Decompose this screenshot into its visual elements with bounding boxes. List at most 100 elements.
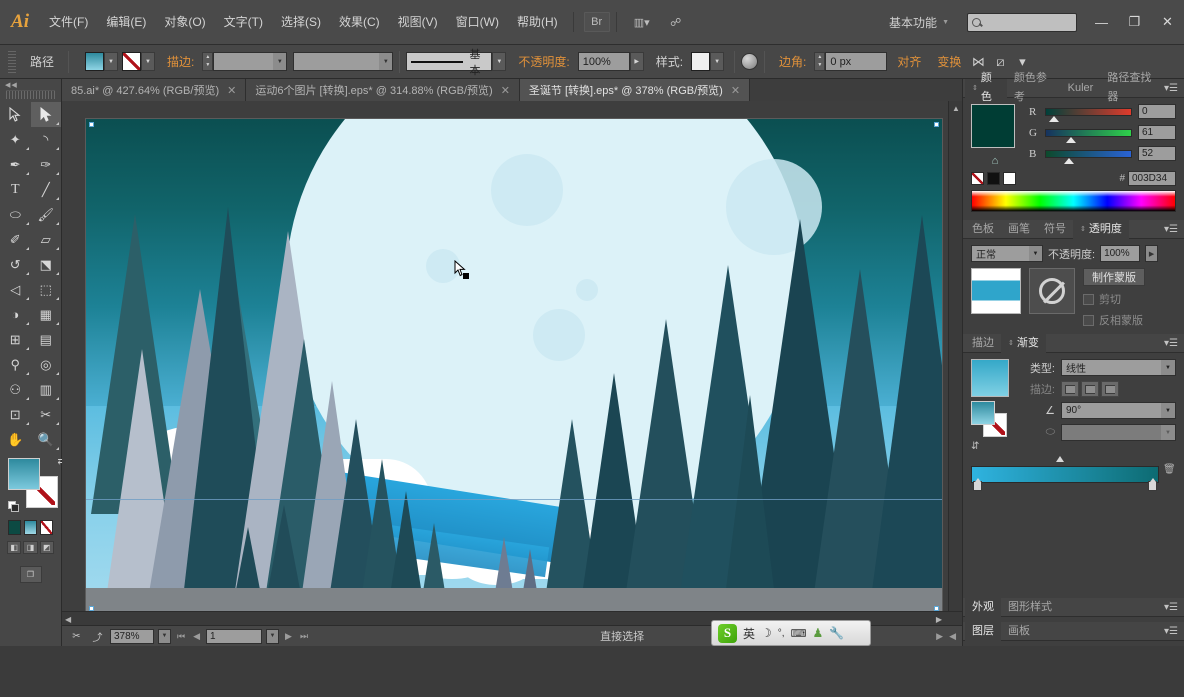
tools-panel-grip[interactable]	[6, 90, 55, 99]
arrange-documents-icon[interactable]: ▥▾	[627, 12, 657, 32]
transform-button[interactable]: 变换	[931, 53, 967, 70]
search-input[interactable]	[967, 12, 1077, 32]
corner-stepper[interactable]: ▲ ▼	[814, 52, 826, 71]
close-icon[interactable]: ✕	[501, 84, 510, 97]
mask-thumbnail[interactable]	[1029, 268, 1075, 314]
chevron-down-icon[interactable]: ▼	[1161, 360, 1175, 375]
user-icon[interactable]: ♟	[812, 626, 823, 640]
hand-tool[interactable]: ✋	[0, 427, 31, 452]
gradient-preview-thumbnail[interactable]	[971, 359, 1009, 397]
color-gradient-button[interactable]	[24, 520, 37, 535]
opacity-flyout-icon[interactable]: ▶	[1145, 245, 1159, 262]
artboard-number-input[interactable]: 1	[206, 628, 263, 644]
stroke-weight-stepper[interactable]: ▲ ▼	[202, 52, 214, 71]
eraser-tool[interactable]: ▱	[31, 227, 62, 252]
width-tool[interactable]: ◁	[0, 277, 31, 302]
artboard[interactable]	[86, 119, 942, 614]
bridge-icon[interactable]: Br	[583, 12, 610, 32]
stroke-within-button[interactable]	[1061, 381, 1079, 397]
shape-builder-tool[interactable]: ◑	[0, 302, 31, 327]
slider-knob[interactable]	[1066, 136, 1077, 143]
scale-tool[interactable]: ⬔	[31, 252, 62, 277]
brush-definition[interactable]: 基本	[406, 49, 493, 77]
options-bar-grip[interactable]	[8, 50, 16, 73]
stroke-along-button[interactable]	[1081, 381, 1099, 397]
tab-gradient[interactable]: ⇕ 渐变	[1001, 333, 1046, 353]
white-swatch[interactable]	[1003, 172, 1016, 185]
tab-color[interactable]: ⇕ 颜色	[965, 72, 1007, 103]
active-color-swatch[interactable]	[971, 104, 1015, 148]
wrench-icon[interactable]: 🔧	[829, 626, 844, 640]
opacity-label[interactable]: 不透明度:	[510, 53, 577, 70]
stroke-across-button[interactable]	[1101, 381, 1119, 397]
b-slider[interactable]	[1045, 149, 1132, 164]
menu-effect[interactable]: 效果(C)	[330, 0, 389, 45]
black-swatch[interactable]	[987, 172, 1000, 185]
tab-symbols[interactable]: 符号	[1037, 220, 1073, 239]
symbol-sprayer-tool[interactable]: ⚇	[0, 377, 31, 402]
artboard-tool[interactable]: ⊡	[0, 402, 31, 427]
clip-checkbox-row[interactable]: 剪切	[1083, 291, 1145, 307]
delete-stop-icon[interactable]: 🗑	[1163, 464, 1176, 478]
g-value[interactable]: 61	[1138, 125, 1176, 140]
opacity-dropdown-icon[interactable]: ▶	[629, 52, 644, 71]
recolor-artwork-icon[interactable]	[741, 53, 759, 70]
reverse-gradient-icon[interactable]: ⇵	[971, 441, 1017, 452]
draw-inside-button[interactable]: ◩	[39, 541, 54, 554]
chevron-down-icon[interactable]: ▼	[1029, 246, 1042, 261]
menu-file[interactable]: 文件(F)	[40, 0, 97, 45]
menu-object[interactable]: 对象(O)	[155, 0, 214, 45]
lock-icon[interactable]: ⌂	[987, 153, 1003, 169]
zoom-dropdown-icon[interactable]: ▼	[158, 628, 171, 644]
chevron-down-icon[interactable]: ▼	[273, 53, 287, 70]
change-screen-mode-icon[interactable]: ❐	[19, 566, 42, 583]
clip-checkbox[interactable]	[1083, 293, 1094, 305]
blend-tool[interactable]: ◎	[31, 352, 62, 377]
zoom-level-input[interactable]: 378%	[110, 628, 154, 644]
variable-width-profile[interactable]: ▼	[293, 52, 394, 71]
invert-mask-checkbox[interactable]	[1083, 314, 1094, 326]
default-fill-stroke-icon[interactable]	[8, 501, 21, 514]
lasso-tool[interactable]: ◝	[31, 127, 62, 152]
document-tab-3[interactable]: 圣诞节 [转换].eps* @ 378% (RGB/预览) ✕	[519, 79, 751, 101]
artwork-thumbnail[interactable]	[971, 268, 1021, 314]
gradient-type-select[interactable]: 线性 ▼	[1061, 359, 1176, 376]
g-slider[interactable]	[1045, 128, 1132, 143]
punctuation-icon[interactable]: °,	[778, 628, 785, 639]
ellipse-tool[interactable]: ⬭	[0, 202, 31, 227]
corner-radius-input[interactable]: 0 px	[825, 52, 888, 71]
menu-help[interactable]: 帮助(H)	[508, 0, 567, 45]
mesh-tool[interactable]: ⊞	[0, 327, 31, 352]
slice-tool[interactable]: ✂	[31, 402, 62, 427]
menu-window[interactable]: 窗口(W)	[447, 0, 508, 45]
minimize-button[interactable]: —	[1085, 0, 1118, 45]
perspective-grid-tool[interactable]: ▦	[31, 302, 62, 327]
tab-kuler[interactable]: Kuler	[1061, 79, 1101, 98]
canvas-area[interactable]: ▲ ▼ ◀ ▶	[62, 101, 962, 625]
gradient-stop-start[interactable]	[973, 478, 982, 491]
line-segment-tool[interactable]: ╱	[31, 177, 62, 202]
close-icon[interactable]: ✕	[227, 84, 236, 97]
stroke-dropdown-icon[interactable]: ▼	[141, 52, 156, 71]
eyedropper-tool[interactable]: ⚲	[0, 352, 31, 377]
opacity-input[interactable]: 100%	[577, 52, 630, 71]
share-icon[interactable]: ⤴	[89, 629, 106, 644]
stroke-color-swatch[interactable]	[122, 52, 142, 71]
moon-icon[interactable]: ☽	[761, 626, 772, 640]
b-value[interactable]: 52	[1138, 146, 1176, 161]
color-solid-button[interactable]	[8, 520, 21, 535]
rotate-tool[interactable]: ↺	[0, 252, 31, 277]
tab-pathfinder[interactable]: 路径查找器	[1100, 72, 1164, 103]
last-artboard-button[interactable]: ⏭	[298, 631, 310, 642]
menu-edit[interactable]: 编辑(E)	[97, 0, 155, 45]
panel-menu-icon[interactable]: ▾☰	[1164, 83, 1184, 94]
stroke-weight-label[interactable]: 描边:	[159, 53, 202, 70]
fill-dropdown-icon[interactable]: ▼	[104, 52, 119, 71]
scroll-right-icon[interactable]: ▶	[936, 615, 942, 624]
chevron-down-icon[interactable]: ▼	[1161, 403, 1175, 418]
scroll-left-icon[interactable]: ◀	[65, 615, 71, 624]
make-mask-button[interactable]: 制作蒙版	[1083, 268, 1145, 286]
none-swatch[interactable]	[971, 172, 984, 185]
free-transform-tool[interactable]: ⬚	[31, 277, 62, 302]
fill-gradient-swatch[interactable]	[8, 458, 40, 490]
